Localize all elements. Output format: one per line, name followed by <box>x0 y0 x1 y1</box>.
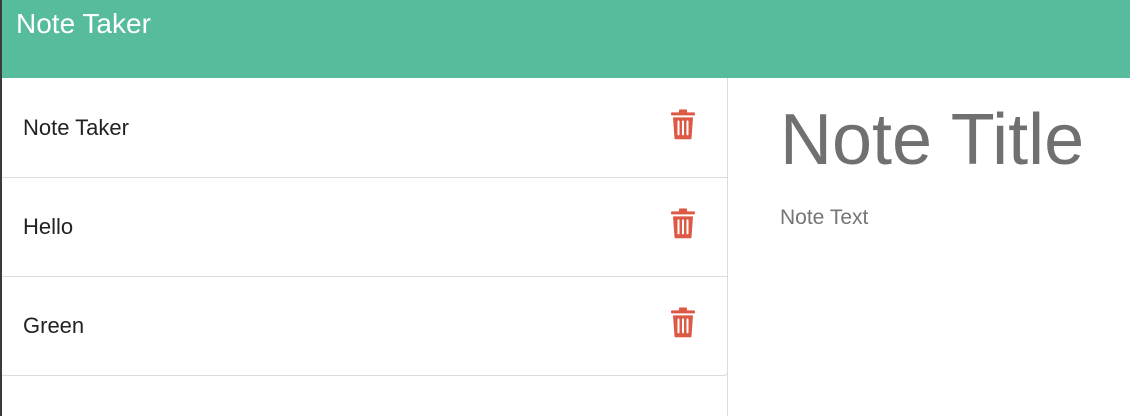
note-list: Note Taker Hello Green <box>2 78 728 376</box>
note-list-panel: Note Taker Hello Green <box>2 78 728 416</box>
note-list-item[interactable]: Green <box>2 277 728 376</box>
note-item-title: Hello <box>23 214 74 239</box>
note-item-title: Note Taker <box>23 114 129 140</box>
note-list-item[interactable]: Hello <box>2 178 728 277</box>
trash-icon[interactable] <box>671 208 695 239</box>
trash-icon[interactable] <box>671 307 695 338</box>
note-list-item[interactable]: Note Taker <box>2 78 728 178</box>
note-text-area[interactable]: Note Text <box>780 206 868 230</box>
navbar-title[interactable]: Note Taker <box>16 6 151 42</box>
trash-icon[interactable] <box>671 108 695 139</box>
navbar: Note Taker <box>2 0 1130 78</box>
app-window: Note Taker Note Taker Hello Green Note T… <box>0 0 1130 416</box>
note-item-title: Green <box>23 313 85 338</box>
note-editor: Note Title Note Text <box>728 78 1130 416</box>
note-title-input[interactable]: Note Title <box>780 98 1084 182</box>
